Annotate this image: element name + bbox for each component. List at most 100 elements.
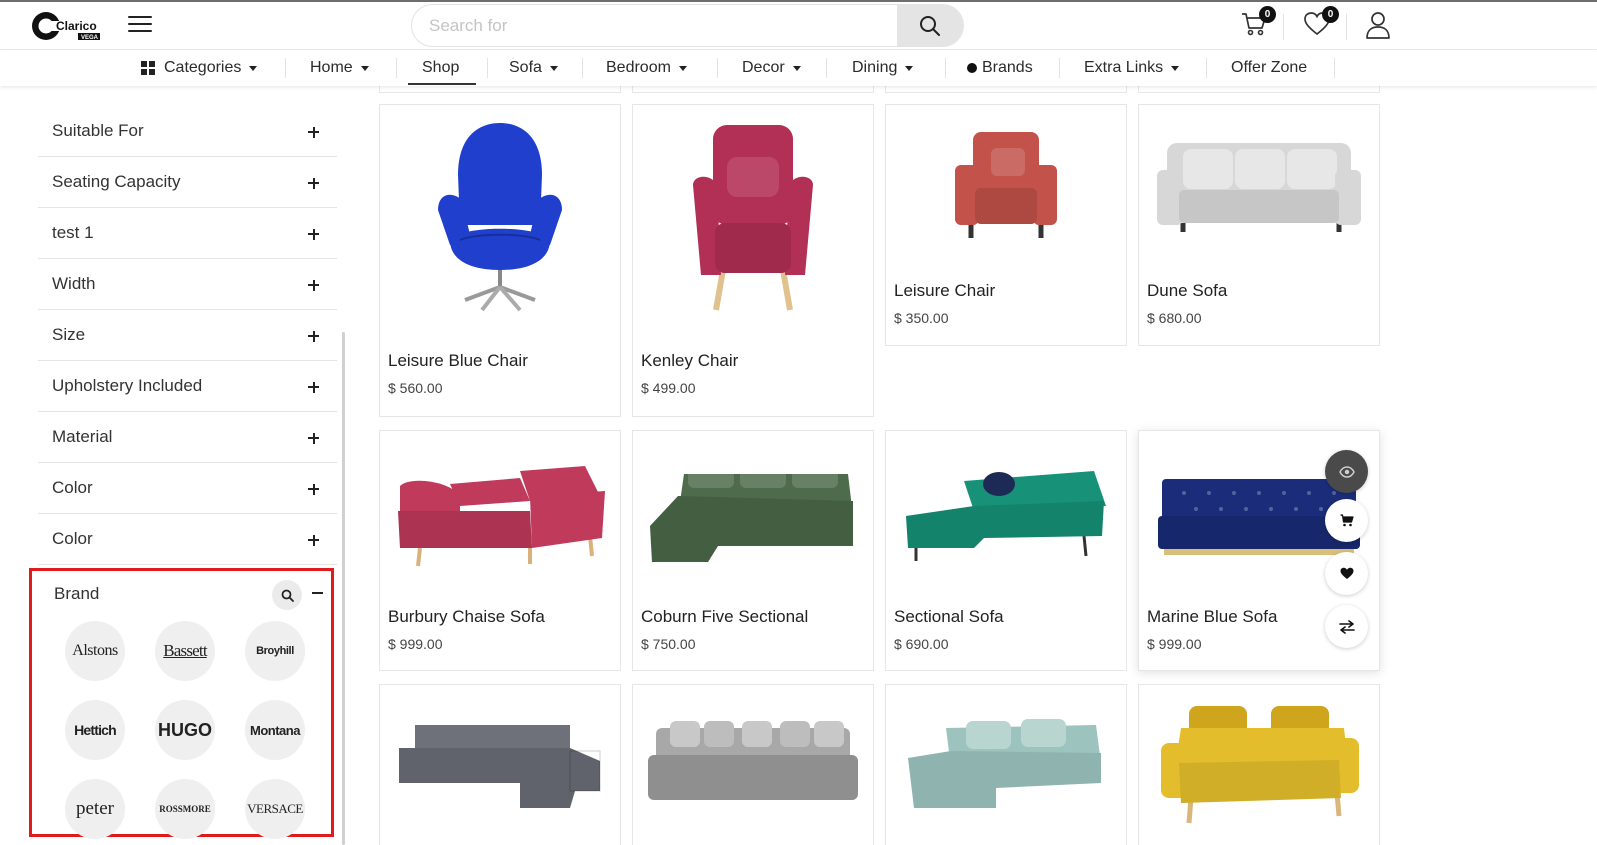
account-button[interactable] [1364,10,1394,40]
product-name[interactable]: Leisure Chair [894,281,995,301]
nav-categories[interactable]: Categories [141,50,258,86]
cart-button[interactable]: 0 [1240,6,1276,40]
filter-label: Color [52,478,93,497]
filter-label: Color [52,529,93,548]
wishlist-count-badge: 0 [1322,6,1339,23]
product-card[interactable]: Kenley Chair $ 499.00 [632,104,874,417]
filter-size[interactable]: Size [38,310,337,361]
filter-label: test 1 [52,223,94,242]
product-name[interactable]: Burbury Chaise Sofa [388,607,545,627]
plus-icon [308,126,319,138]
add-to-cart-button[interactable] [1325,499,1368,542]
product-card[interactable]: Sectional Sofa $ 690.00 [885,430,1127,671]
chevron-down-icon [792,65,801,71]
product-name[interactable]: Marine Blue Sofa [1147,607,1277,627]
sidebar-scrollbar[interactable] [342,332,345,845]
brand-logo-text: Hettich [74,722,117,738]
brand-logo-montana[interactable]: Montana [245,700,305,760]
brand-logo-text: peter [76,798,114,819]
search-button[interactable] [897,5,963,46]
product-image[interactable] [1139,685,1379,840]
search-input[interactable] [412,5,898,46]
filter-seating-capacity[interactable]: Seating Capacity [38,157,337,208]
nav-offer-zone[interactable]: Offer Zone [1231,50,1307,86]
product-image[interactable] [633,685,873,840]
brand-logo-broyhill[interactable]: Broyhill [245,621,305,681]
brand-logo-rossmore[interactable]: ROSSMORE [155,779,215,839]
nav-dining[interactable]: Dining [852,50,914,86]
nav-sofa[interactable]: Sofa [509,50,558,86]
product-card[interactable]: Coburn Five Sectional $ 750.00 [632,430,874,671]
product-card-hovered[interactable]: Marine Blue Sofa $ 999.00 [1138,430,1380,671]
brand-search-button[interactable] [272,580,302,610]
nav-label: Shop [422,59,460,76]
brand-logo-hugo[interactable]: HUGO [155,700,215,760]
filter-upholstery-included[interactable]: Upholstery Included [38,361,337,412]
chevron-down-icon [678,65,687,71]
product-image[interactable] [886,685,1126,840]
nav-shop[interactable]: Shop [422,50,459,86]
nav-label: Sofa [509,59,542,76]
nav-divider [717,58,718,78]
product-image[interactable] [380,685,620,840]
nav-extra-links[interactable]: Extra Links [1084,50,1180,86]
sofa-seat [530,491,605,548]
product-image[interactable] [380,431,620,601]
filter-color[interactable]: Color [38,463,337,514]
brand-logo-text: ROSSMORE [159,804,211,814]
product-card[interactable]: Burbury Chaise Sofa $ 999.00 [379,430,621,671]
nav-brands[interactable]: Brands [967,50,1033,86]
brand-logo-hettich[interactable]: Hettich [65,700,125,760]
filter-width[interactable]: Width [38,259,337,310]
dot-icon [967,63,977,73]
brand-logo-peter[interactable]: peter [65,779,125,839]
product-card[interactable] [885,684,1127,845]
brand-logo-bassett[interactable]: Bassett [155,621,215,681]
product-image[interactable] [886,431,1126,601]
nav-bedroom[interactable]: Bedroom [606,50,687,86]
product-card[interactable]: Leisure Blue Chair $ 560.00 [379,104,621,417]
product-name[interactable]: Kenley Chair [641,351,738,371]
product-card[interactable]: Leisure Chair $ 350.00 [885,104,1127,346]
add-to-wishlist-button[interactable] [1325,552,1368,595]
compare-button[interactable] [1325,605,1368,648]
filter-suitable-for[interactable]: Suitable For [38,106,337,157]
product-image[interactable] [886,105,1126,265]
logo-text: Clarico [56,19,97,33]
quick-view-button[interactable] [1325,450,1368,493]
product-card[interactable] [1138,684,1380,845]
product-price: $ 560.00 [388,380,443,396]
product-name[interactable]: Coburn Five Sectional [641,607,808,627]
card-edge [379,86,621,93]
product-card[interactable]: Dune Sofa $ 680.00 [1138,104,1380,346]
wishlist-button[interactable]: 0 [1303,6,1339,40]
filter-material[interactable]: Material [38,412,337,463]
product-image[interactable] [633,431,873,601]
chevron-down-icon [549,65,558,71]
nav-home[interactable]: Home [310,50,369,86]
product-name[interactable]: Dune Sofa [1147,281,1227,301]
chevron-down-icon [249,65,258,71]
collapse-icon[interactable] [312,592,323,594]
product-name[interactable]: Sectional Sofa [894,607,1004,627]
product-image[interactable] [1139,105,1379,265]
product-card[interactable] [379,684,621,845]
product-name[interactable]: Leisure Blue Chair [388,351,528,371]
logo-sub: VEGA [81,35,99,41]
menu-icon[interactable] [128,16,152,36]
main-nav: Categories Home Shop Sofa Bedroom Decor … [0,50,1597,86]
brand-logo-versace[interactable]: VERSACE [245,779,305,839]
plus-icon [308,432,319,444]
filter-test-1[interactable]: test 1 [38,208,337,259]
cart-icon [1340,514,1354,527]
clarico-logo[interactable]: Clarico VEGA [31,9,103,43]
plus-icon [308,330,319,342]
nav-decor[interactable]: Decor [742,50,801,86]
product-image[interactable] [633,105,873,325]
product-image[interactable] [380,105,620,325]
filter-label: Seating Capacity [52,172,181,191]
filter-color[interactable]: Color [38,514,337,565]
header-divider [1283,14,1284,40]
brand-logo-alstons[interactable]: Alstons [65,621,125,681]
product-card[interactable] [632,684,874,845]
